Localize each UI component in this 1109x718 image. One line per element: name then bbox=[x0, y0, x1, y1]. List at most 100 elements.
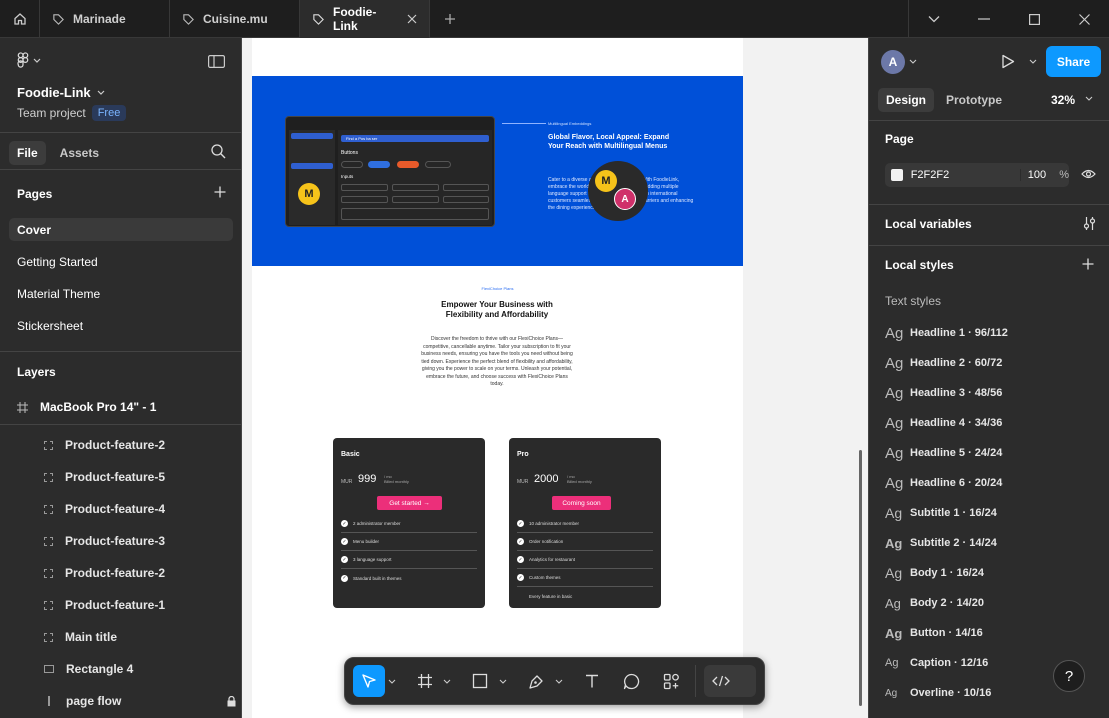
help-button[interactable]: ? bbox=[1053, 660, 1085, 692]
components-icon bbox=[663, 673, 679, 689]
variables-button[interactable] bbox=[1083, 216, 1096, 234]
pen-tool-menu[interactable] bbox=[552, 679, 566, 684]
text-style-item[interactable]: Ag Headline 5 · 24/24 bbox=[885, 443, 1002, 463]
tab-design[interactable]: Design bbox=[878, 88, 935, 112]
text-tool-button[interactable] bbox=[576, 665, 608, 697]
page-item-material-theme[interactable]: Material Theme bbox=[9, 282, 233, 305]
text-style-label: Subtitle 1 · 16/24 bbox=[910, 507, 997, 519]
layer-item[interactable]: Main title bbox=[44, 627, 234, 647]
text-style-item[interactable]: Ag Subtitle 2 · 14/24 bbox=[885, 533, 997, 553]
page-opacity-value[interactable]: 100 bbox=[1019, 169, 1049, 181]
page-item-stickersheet[interactable]: Stickersheet bbox=[9, 314, 233, 337]
divider bbox=[0, 424, 242, 425]
chevron-down-icon[interactable] bbox=[1029, 59, 1037, 64]
text-style-icon: Ag bbox=[885, 324, 904, 342]
layer-item[interactable]: Product-feature-2 bbox=[44, 563, 234, 583]
frame-tool-menu[interactable] bbox=[441, 679, 455, 684]
chevron-down-icon[interactable] bbox=[909, 59, 917, 64]
home-button[interactable] bbox=[0, 0, 40, 38]
visibility-toggle[interactable] bbox=[1081, 168, 1096, 182]
layer-item[interactable]: Product-feature-4 bbox=[44, 499, 234, 519]
text-style-item[interactable]: Ag Headline 6 · 20/24 bbox=[885, 473, 1002, 493]
tab-file[interactable]: File bbox=[9, 141, 46, 165]
coming-soon-button[interactable]: Coming soon bbox=[552, 496, 611, 510]
window-close-button[interactable] bbox=[1059, 0, 1109, 38]
move-tool-menu[interactable] bbox=[385, 679, 399, 684]
page-color-field[interactable]: F2F2F2 100 % bbox=[885, 163, 1069, 187]
layer-item[interactable]: Product-feature-1 bbox=[44, 595, 234, 615]
text-style-item[interactable]: Ag Headline 1 · 96/112 bbox=[885, 323, 1008, 343]
page-item-cover[interactable]: Cover bbox=[9, 218, 233, 241]
text-style-item[interactable]: Ag Caption · 12/16 bbox=[885, 653, 988, 673]
frame-tool-button[interactable] bbox=[409, 665, 441, 697]
divider bbox=[869, 245, 1109, 246]
mockup-sidebar bbox=[289, 130, 335, 225]
close-icon[interactable] bbox=[407, 14, 417, 24]
comment-tool-button[interactable] bbox=[616, 665, 648, 697]
tab-assets[interactable]: Assets bbox=[52, 141, 107, 165]
move-tool-button[interactable] bbox=[353, 665, 385, 697]
tab-cuisine[interactable]: Cuisine.mu bbox=[170, 0, 300, 38]
layer-item[interactable]: Product-feature-2 bbox=[44, 435, 234, 455]
project-name[interactable]: Foodie-Link bbox=[17, 85, 105, 100]
layer-root-frame[interactable]: MacBook Pro 14" - 1 bbox=[17, 400, 156, 414]
canvas[interactable]: Find a Pos ba ser Buttons Inputs M Multi… bbox=[242, 38, 868, 718]
layer-item[interactable]: Rectangle 4 bbox=[44, 659, 234, 679]
maximize-button[interactable] bbox=[1009, 0, 1059, 38]
toggle-sidebar-button[interactable] bbox=[208, 55, 226, 71]
user-avatar[interactable]: A bbox=[881, 50, 905, 74]
dev-mode-toggle[interactable] bbox=[704, 665, 756, 697]
actions-tool-button[interactable] bbox=[655, 665, 687, 697]
tab-marinade[interactable]: Marinade bbox=[40, 0, 170, 38]
color-swatch[interactable] bbox=[891, 169, 903, 181]
tab-foodie-link[interactable]: Foodie-Link bbox=[300, 0, 430, 38]
layer-item[interactable]: page flow bbox=[44, 691, 236, 711]
sidebar-icon bbox=[208, 55, 226, 69]
text-style-item[interactable]: Ag Headline 4 · 34/36 bbox=[885, 413, 1002, 433]
text-style-item[interactable]: Ag Headline 2 · 60/72 bbox=[885, 353, 1002, 373]
design-frame[interactable]: Find a Pos ba ser Buttons Inputs M Multi… bbox=[252, 38, 743, 718]
panel-tabs: File Assets bbox=[9, 141, 107, 165]
get-started-button[interactable]: Get started → bbox=[377, 496, 442, 510]
layer-item[interactable]: Product-feature-3 bbox=[44, 531, 234, 551]
lock-icon[interactable] bbox=[227, 695, 236, 707]
new-tab-button[interactable] bbox=[430, 0, 470, 38]
page-item-getting-started[interactable]: Getting Started bbox=[9, 250, 233, 273]
add-page-button[interactable] bbox=[214, 186, 226, 201]
add-style-button[interactable] bbox=[1082, 258, 1094, 273]
tab-prototype[interactable]: Prototype bbox=[938, 88, 1010, 112]
local-variables-title[interactable]: Local variables bbox=[885, 217, 972, 231]
text-style-item[interactable]: Ag Body 2 · 14/20 bbox=[885, 593, 984, 613]
rectangle-icon bbox=[44, 665, 54, 673]
pen-icon bbox=[528, 674, 543, 689]
text-style-icon: Ag bbox=[885, 565, 903, 581]
layer-item[interactable]: Product-feature-5 bbox=[44, 467, 234, 487]
mockup-section: Buttons bbox=[341, 150, 358, 156]
plan-billed: Billed monthly bbox=[567, 479, 592, 484]
zoom-level[interactable]: 32% bbox=[1051, 93, 1075, 107]
text-style-item[interactable]: Ag Button · 14/16 bbox=[885, 623, 983, 643]
layer-label: Product-feature-1 bbox=[65, 598, 166, 612]
pen-tool-button[interactable] bbox=[520, 665, 552, 697]
text-style-label: Caption · 12/16 bbox=[910, 657, 989, 669]
chevron-down-icon[interactable] bbox=[1085, 96, 1093, 101]
text-style-item[interactable]: Ag Headline 3 · 48/56 bbox=[885, 383, 1002, 403]
shape-tool-button[interactable] bbox=[464, 665, 496, 697]
minimize-button[interactable] bbox=[959, 0, 1009, 38]
plus-icon bbox=[1082, 258, 1094, 270]
tabs-dropdown-button[interactable] bbox=[909, 0, 959, 38]
feature-text: Every feature in basic bbox=[529, 593, 573, 599]
text-style-item[interactable]: Ag Body 1 · 16/24 bbox=[885, 563, 984, 583]
shape-tool-menu[interactable] bbox=[496, 679, 510, 684]
section-icon bbox=[44, 440, 53, 450]
text-style-item[interactable]: Ag Overline · 10/16 bbox=[885, 683, 991, 703]
present-button[interactable] bbox=[1001, 54, 1015, 72]
search-button[interactable] bbox=[211, 144, 226, 162]
canvas-scrollbar[interactable] bbox=[859, 450, 862, 706]
plan-name: Pro bbox=[517, 451, 529, 458]
text-style-item[interactable]: Ag Subtitle 1 · 16/24 bbox=[885, 503, 997, 523]
main-menu-button[interactable] bbox=[17, 52, 41, 69]
share-button[interactable]: Share bbox=[1046, 46, 1101, 77]
page-color-value[interactable]: F2F2F2 bbox=[911, 169, 1020, 181]
layer-label: Product-feature-2 bbox=[65, 438, 166, 452]
